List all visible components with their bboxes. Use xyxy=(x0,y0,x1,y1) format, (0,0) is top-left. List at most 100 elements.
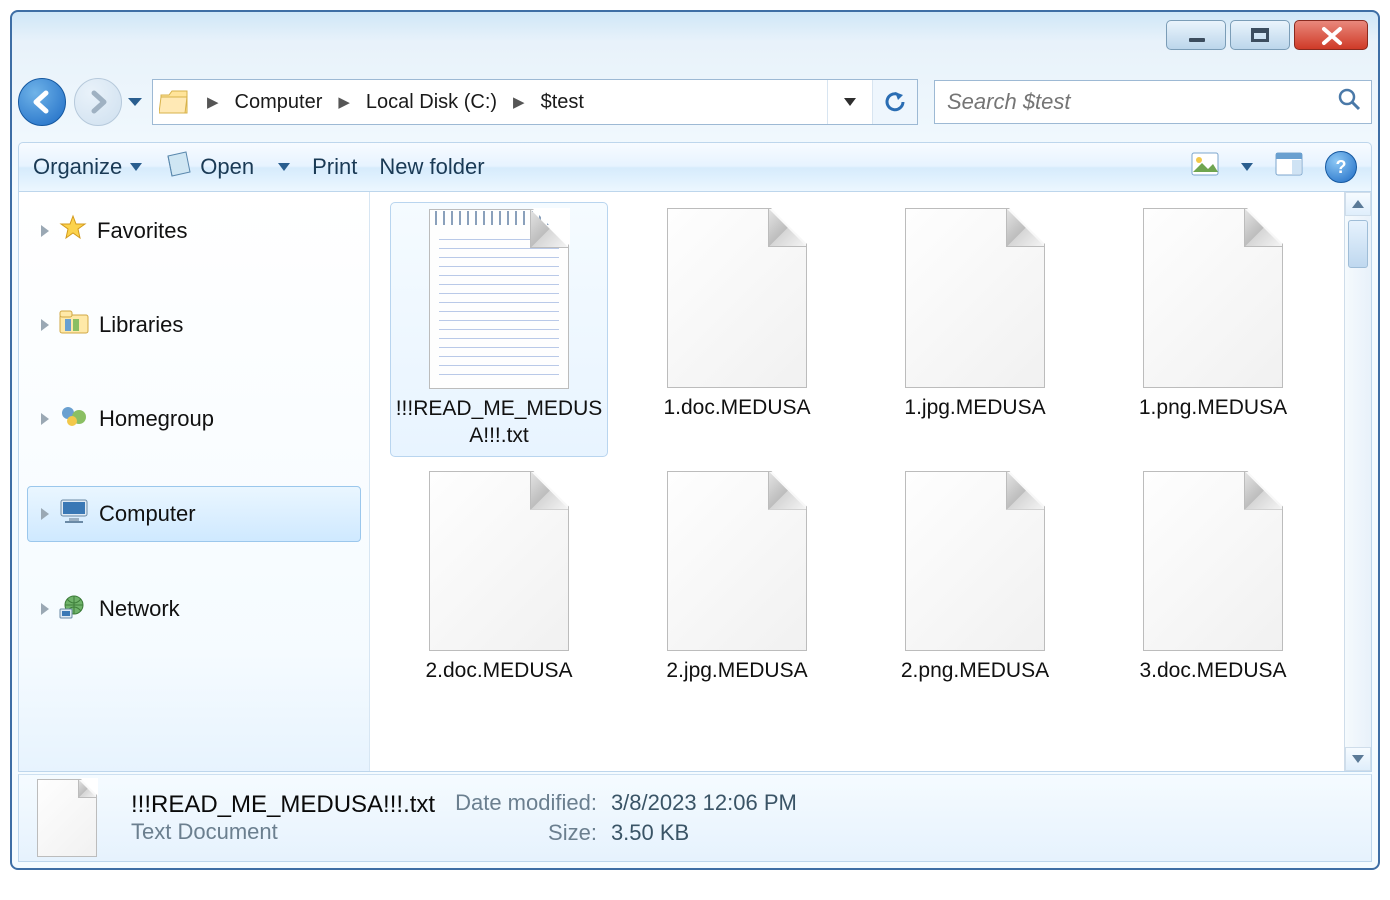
expand-icon[interactable] xyxy=(41,508,49,520)
details-date-value: 3/8/2023 12:06 PM xyxy=(611,790,797,816)
unknown-file-icon xyxy=(667,208,807,388)
file-name-label: 2.jpg.MEDUSA xyxy=(666,657,807,684)
scroll-up-button[interactable] xyxy=(1345,192,1371,216)
command-toolbar: Organize Open Print New folder xyxy=(18,142,1372,192)
unknown-file-icon xyxy=(905,208,1045,388)
address-bar[interactable]: ▶ Computer ▶ Local Disk (C:) ▶ $test xyxy=(152,79,918,125)
unknown-file-icon xyxy=(667,471,807,651)
file-name-label: 3.doc.MEDUSA xyxy=(1139,657,1286,684)
explorer-window: ▶ Computer ▶ Local Disk (C:) ▶ $test Org xyxy=(10,10,1380,870)
open-button[interactable]: Open xyxy=(164,150,290,184)
unknown-file-icon xyxy=(429,471,569,651)
details-date-label: Date modified: xyxy=(455,790,597,816)
file-item[interactable]: 1.jpg.MEDUSA xyxy=(866,202,1084,457)
window-controls xyxy=(1166,12,1368,70)
file-item[interactable]: 2.png.MEDUSA xyxy=(866,465,1084,690)
new-folder-button[interactable]: New folder xyxy=(379,154,484,180)
folder-icon xyxy=(159,89,189,115)
close-button[interactable] xyxy=(1294,20,1368,50)
file-name-label: 2.doc.MEDUSA xyxy=(425,657,572,684)
print-label: Print xyxy=(312,154,357,180)
nav-item-label: Computer xyxy=(99,501,196,527)
navigation-pane[interactable]: Favorites Libraries Homegroup Computer Netwo… xyxy=(19,192,370,771)
expand-icon[interactable] xyxy=(41,603,49,615)
addressbar-dropdown[interactable] xyxy=(827,80,872,124)
chevron-down-icon xyxy=(1241,163,1253,171)
chevron-right-icon[interactable]: ▶ xyxy=(197,93,229,111)
nav-item-label: Network xyxy=(99,596,180,622)
unknown-file-icon xyxy=(905,471,1045,651)
file-name-label: 1.doc.MEDUSA xyxy=(663,394,810,421)
file-item[interactable]: 2.jpg.MEDUSA xyxy=(628,465,846,690)
nav-item-network[interactable]: Network xyxy=(19,582,369,636)
expand-icon[interactable] xyxy=(41,413,49,425)
organize-menu[interactable]: Organize xyxy=(33,154,142,180)
refresh-button[interactable] xyxy=(872,80,917,124)
nav-item-favorites[interactable]: Favorites xyxy=(19,204,369,258)
search-box[interactable] xyxy=(934,80,1372,124)
nav-item-label: Favorites xyxy=(97,218,187,244)
text-file-icon xyxy=(429,209,569,389)
file-item[interactable]: 1.png.MEDUSA xyxy=(1104,202,1322,457)
content-pane[interactable]: !!!READ_ME_MEDUSA!!!.txt 1.doc.MEDUSA 1.jp… xyxy=(370,192,1371,771)
scroll-down-button[interactable] xyxy=(1345,747,1371,771)
open-label: Open xyxy=(200,154,254,180)
explorer-body: Favorites Libraries Homegroup Computer Netwo… xyxy=(18,192,1372,772)
computer-icon xyxy=(59,498,89,530)
view-options-button[interactable] xyxy=(1191,152,1253,182)
unknown-file-icon xyxy=(1143,471,1283,651)
vertical-scrollbar[interactable] xyxy=(1344,192,1371,771)
file-item[interactable]: 3.doc.MEDUSA xyxy=(1104,465,1322,690)
details-size-value: 3.50 KB xyxy=(611,820,797,846)
nav-item-computer[interactable]: Computer xyxy=(27,486,361,542)
new-folder-label: New folder xyxy=(379,154,484,180)
file-item[interactable]: 1.doc.MEDUSA xyxy=(628,202,846,457)
notepad-icon xyxy=(164,150,192,184)
libraries-icon xyxy=(59,309,89,341)
minimize-button[interactable] xyxy=(1166,20,1226,50)
history-dropdown[interactable] xyxy=(126,93,144,111)
image-icon xyxy=(1191,152,1219,182)
file-name-label: 1.png.MEDUSA xyxy=(1139,394,1287,421)
homegroup-icon xyxy=(59,403,89,435)
chevron-down-icon xyxy=(130,163,142,171)
maximize-button[interactable] xyxy=(1230,20,1290,50)
print-button[interactable]: Print xyxy=(312,154,357,180)
network-icon xyxy=(59,593,89,625)
help-button[interactable]: ? xyxy=(1325,151,1357,183)
file-item[interactable]: !!!READ_ME_MEDUSA!!!.txt xyxy=(390,202,608,457)
nav-item-libraries[interactable]: Libraries xyxy=(19,298,369,352)
back-button[interactable] xyxy=(18,78,66,126)
file-name-label: 1.jpg.MEDUSA xyxy=(904,394,1045,421)
chevron-right-icon[interactable]: ▶ xyxy=(328,93,360,111)
file-name-label: !!!READ_ME_MEDUSA!!!.txt xyxy=(395,395,603,450)
search-icon[interactable] xyxy=(1337,87,1361,117)
navigation-bar: ▶ Computer ▶ Local Disk (C:) ▶ $test xyxy=(18,72,1372,132)
forward-button[interactable] xyxy=(74,78,122,126)
file-item[interactable]: 2.doc.MEDUSA xyxy=(390,465,608,690)
details-filename: !!!READ_ME_MEDUSA!!!.txt xyxy=(131,791,435,819)
breadcrumb-computer[interactable]: Computer xyxy=(229,91,329,114)
search-input[interactable] xyxy=(945,88,1309,116)
nav-item-label: Libraries xyxy=(99,312,183,338)
nav-item-homegroup[interactable]: Homegroup xyxy=(19,392,369,446)
details-filetype: Text Document xyxy=(131,819,435,845)
scrollbar-thumb[interactable] xyxy=(1348,220,1368,268)
organize-label: Organize xyxy=(33,154,122,180)
details-pane: !!!READ_ME_MEDUSA!!!.txt Text Document D… xyxy=(18,774,1372,862)
expand-icon[interactable] xyxy=(41,319,49,331)
file-name-label: 2.png.MEDUSA xyxy=(901,657,1049,684)
preview-pane-icon xyxy=(1275,152,1303,182)
unknown-file-icon xyxy=(1143,208,1283,388)
chevron-right-icon[interactable]: ▶ xyxy=(503,93,535,111)
preview-pane-button[interactable] xyxy=(1275,152,1303,182)
breadcrumb-local-disk[interactable]: Local Disk (C:) xyxy=(360,91,503,114)
breadcrumb-folder[interactable]: $test xyxy=(535,91,590,114)
chevron-down-icon xyxy=(278,163,290,171)
expand-icon[interactable] xyxy=(41,225,49,237)
details-size-label: Size: xyxy=(455,820,597,846)
nav-item-label: Homegroup xyxy=(99,406,214,432)
details-thumbnail xyxy=(37,779,103,857)
star-icon xyxy=(59,214,87,248)
breadcrumb: ▶ Computer ▶ Local Disk (C:) ▶ $test xyxy=(153,89,827,115)
